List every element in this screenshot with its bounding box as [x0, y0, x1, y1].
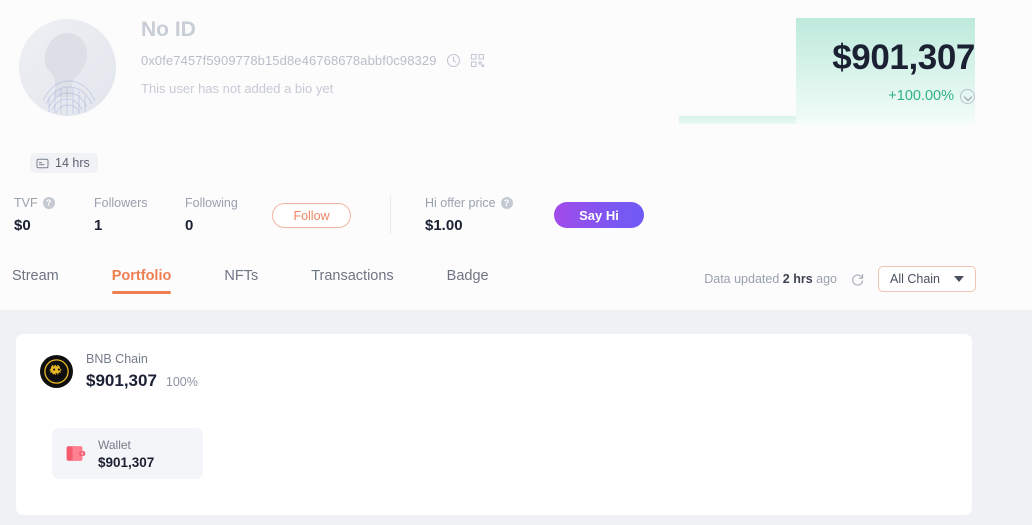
tab-badge[interactable]: Badge [447, 262, 489, 296]
wallet-amount: $901,307 [98, 454, 155, 470]
hi-offer-label-text: Hi offer price [425, 196, 496, 210]
stats-row: TVF ? $0 Followers 1 Following 0 [14, 196, 238, 234]
say-hi-button[interactable]: Say Hi [554, 202, 644, 228]
updated-suffix: ago [816, 272, 837, 286]
card-id-icon [36, 158, 49, 168]
hi-offer-price: Hi offer price ? $1.00 [425, 196, 513, 234]
tab-list: Stream Portfolio NFTs Transactions Badge [12, 262, 542, 296]
chart-low-step [679, 116, 796, 124]
chain-name: BNB Chain [86, 352, 148, 366]
stat-tvf-label-text: TVF [14, 196, 38, 210]
tab-stream[interactable]: Stream [12, 262, 59, 296]
identity-block: No ID 0x0fe7457f5909778b15d8e46768678abb… [141, 18, 485, 96]
account-age-badge: 14 hrs [30, 153, 98, 173]
chevron-down-circle-icon[interactable] [960, 88, 975, 104]
tab-portfolio[interactable]: Portfolio [111, 262, 171, 296]
profile-header: $901,307 +100.00% No ID 0x0fe7457f590977… [0, 0, 1032, 310]
stat-following-label: Following [185, 196, 238, 210]
wallet-item[interactable]: Wallet $901,307 [52, 428, 203, 479]
chain-percent: 100% [165, 375, 198, 389]
balance-change: +100.00% [832, 88, 975, 104]
chain-info: BNB Chain $901,307 100% [86, 352, 198, 391]
stat-following[interactable]: Following 0 [185, 196, 238, 234]
chevron-down-icon [954, 276, 965, 282]
avatar-placeholder-icon [19, 19, 116, 116]
help-icon[interactable]: ? [42, 197, 55, 209]
profile-bio: This user has not added a bio yet [141, 81, 334, 97]
updated-prefix: Data updated [704, 272, 780, 286]
stats-divider [390, 196, 391, 234]
total-balance: $901,307 +100.00% [832, 40, 975, 104]
bnb-chain-logo [40, 355, 73, 388]
data-updated-label: Data updated 2 hrs ago [704, 272, 837, 286]
tab-nfts[interactable]: NFTs [224, 262, 258, 296]
address-row: 0x0fe7457f5909778b15d8e46768678abbf0c983… [141, 53, 485, 68]
chain-filter-value: All Chain [889, 272, 941, 286]
follow-button[interactable]: Follow [272, 203, 351, 228]
stat-tvf-label: TVF ? [14, 196, 94, 210]
qr-code-icon[interactable] [470, 53, 485, 68]
page-title: No ID [141, 18, 196, 41]
chain-summary-row[interactable]: BNB Chain $901,307 100% [40, 352, 198, 391]
chain-amount-row: $901,307 100% [86, 371, 198, 391]
portfolio-content: BNB Chain $901,307 100% Wallet $901,307 [0, 310, 1032, 525]
stat-followers[interactable]: Followers 1 [94, 196, 185, 234]
tab-transactions[interactable]: Transactions [311, 262, 393, 296]
chain-filter-dropdown[interactable]: All Chain [878, 266, 976, 292]
balance-change-value: +100.00% [888, 88, 954, 104]
avatar[interactable] [19, 19, 116, 116]
wallet-icon [66, 446, 86, 461]
account-age-label: 14 hrs [55, 156, 90, 170]
help-icon[interactable]: ? [500, 197, 513, 209]
wallet-label: Wallet [98, 437, 131, 452]
wallet-address: 0x0fe7457f5909778b15d8e46768678abbf0c983… [141, 53, 437, 69]
stat-followers-value: 1 [94, 217, 103, 234]
stat-following-value: 0 [185, 217, 194, 234]
toolbar: Data updated 2 hrs ago All Chain [704, 266, 976, 292]
stat-tvf: TVF ? $0 [14, 196, 94, 234]
refresh-icon[interactable] [850, 272, 865, 287]
tab-bar: Stream Portfolio NFTs Transactions Badge… [0, 262, 1032, 310]
stat-tvf-value: $0 [14, 217, 31, 234]
balance-amount: $901,307 [832, 38, 975, 77]
hi-offer-value: $1.00 [425, 217, 463, 234]
hi-offer-label: Hi offer price ? [425, 196, 513, 210]
copy-icon[interactable] [446, 53, 461, 68]
portfolio-panel: BNB Chain $901,307 100% Wallet $901,307 [16, 334, 972, 515]
updated-value: 2 hrs [782, 272, 813, 286]
profile-page: $901,307 +100.00% No ID 0x0fe7457f590977… [0, 0, 1032, 525]
wallet-info: Wallet $901,307 [98, 438, 154, 470]
chain-amount: $901,307 [86, 371, 157, 390]
stat-followers-label: Followers [94, 196, 148, 210]
